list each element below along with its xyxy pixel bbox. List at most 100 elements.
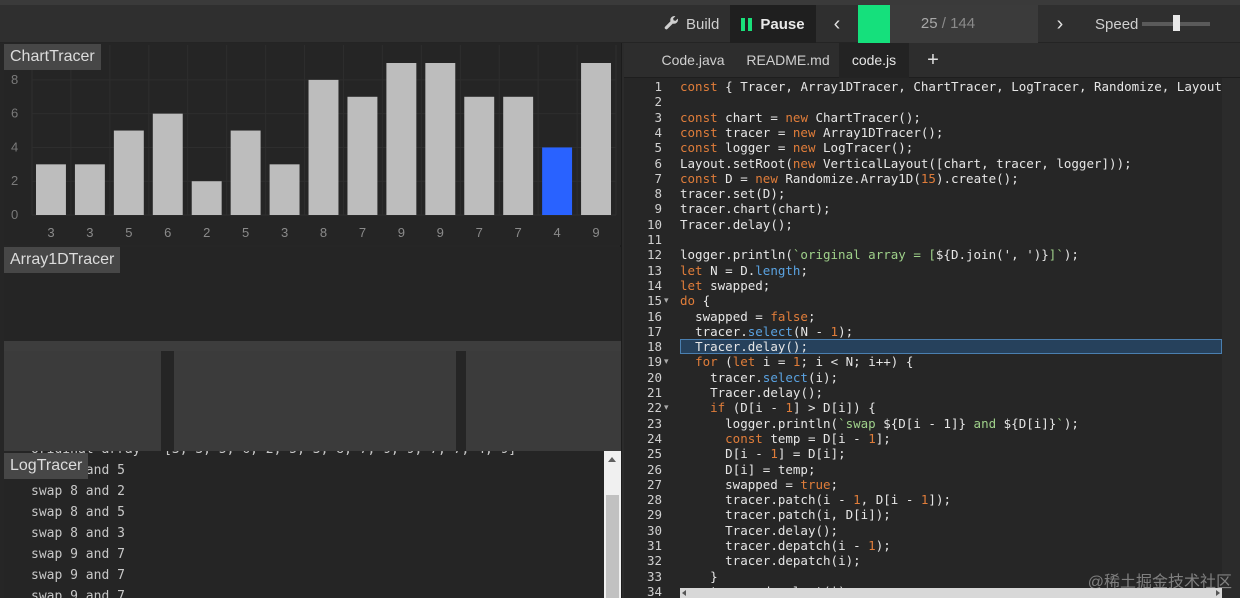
line-number: 8	[654, 186, 662, 202]
line-number: 16	[646, 308, 662, 324]
bar	[36, 164, 66, 215]
log-scroll-thumb[interactable]	[606, 495, 619, 598]
pause-button[interactable]: Pause	[730, 5, 816, 43]
x-tick-label: 6	[164, 225, 171, 240]
speed-label: Speed	[1095, 15, 1139, 33]
line-number: 12	[646, 247, 662, 263]
code-line: logger.println(`original array = [${D.jo…	[680, 247, 1079, 263]
code-line: const logger = new LogTracer();	[680, 140, 914, 156]
code-line: tracer.depatch(i - 1);	[725, 538, 891, 553]
x-tick-label: 5	[125, 225, 132, 240]
line-number: 1	[654, 79, 662, 94]
line-number: 26	[646, 461, 662, 477]
code-line: Tracer.delay();	[680, 216, 793, 232]
fold-arrow-icon[interactable]: ▾	[664, 354, 674, 369]
code-line: const { Tracer, Array1DTracer, ChartTrac…	[680, 79, 1229, 94]
line-number: 2	[654, 94, 662, 110]
x-tick-label: 5	[242, 225, 249, 240]
fold-arrow-icon[interactable]: ▾	[664, 293, 674, 308]
line-number: 6	[654, 155, 662, 171]
chevron-left-icon: ‹	[833, 12, 841, 35]
log-tracer-panel: original array = [3, 3, 5, 6, 2, 5, 3, 8…	[4, 451, 621, 598]
array-tracer-title: Array1DTracer	[4, 247, 121, 273]
x-tick-label: 9	[398, 225, 405, 240]
progress-current: 25	[920, 15, 938, 32]
add-tab-button[interactable]: +	[917, 43, 949, 78]
line-number: 31	[646, 538, 662, 553]
code-line: tracer.select(N - 1);	[695, 323, 854, 339]
log-line: swap 6 and 5	[31, 463, 125, 478]
bar	[503, 96, 534, 215]
build-label: Build	[686, 15, 720, 33]
scroll-left-icon[interactable]	[682, 590, 686, 596]
y-tick-label: 4	[11, 139, 18, 154]
code-editor-pane: Code.java README.md code.js + 1234567891…	[624, 43, 1240, 598]
x-tick-label: 9	[592, 225, 599, 240]
log-line: swap 8 and 5	[31, 505, 125, 520]
log-lines: original array = [3, 3, 5, 6, 2, 5, 3, 8…	[31, 451, 516, 598]
code-line: const tracer = new Array1DTracer();	[680, 124, 944, 140]
code-line: tracer.patch(i, D[i]);	[725, 507, 891, 523]
step-forward-button[interactable]: ›	[1038, 5, 1082, 43]
line-number: 28	[646, 492, 662, 508]
x-tick-label: 8	[320, 225, 327, 240]
log-scrollbar[interactable]	[604, 451, 621, 598]
line-number: 9	[654, 201, 662, 217]
x-tick-label: 7	[359, 225, 366, 240]
code-line: logger.println(`swap ${D[i - 1]} and ${D…	[725, 415, 1079, 431]
bar	[269, 164, 300, 215]
line-number: 33	[646, 568, 662, 584]
tab-readme[interactable]: README.md	[738, 43, 838, 78]
x-tick-label: 9	[437, 225, 444, 240]
progress-bar[interactable]: 25 / 144	[858, 5, 1038, 43]
top-toolbar: Build Pause ‹ 25 / 144 › Speed	[0, 0, 1240, 43]
bar	[152, 113, 183, 215]
code-editor[interactable]: 1 2 3 4 5 6 7 8 9 10 11 12 13 14 15 ▾ 16 17 18 19 ▾ 20 21 22 ▾ 23…	[624, 78, 1240, 598]
bar-chart: 0 2 4 6 8 3 3 5 6 2 5 3 8 7 9 9 7 7 4 9	[11, 45, 617, 240]
code-line: const chart = new ChartTracer();	[680, 109, 921, 125]
code-line: const temp = D[i - 1];	[725, 430, 891, 446]
pause-icon	[741, 17, 753, 31]
scroll-up-icon[interactable]	[608, 457, 616, 462]
line-number: 18	[646, 339, 662, 355]
x-tick-label: 4	[553, 225, 560, 240]
fold-arrow-icon[interactable]: ▾	[664, 400, 674, 415]
line-number: 4	[654, 124, 662, 140]
speed-slider[interactable]	[1142, 15, 1210, 31]
y-tick-label: 8	[11, 72, 18, 87]
code-line: if (D[i - 1] > D[i]) {	[710, 400, 876, 416]
y-tick-label: 2	[11, 173, 18, 188]
visualization-area: 0 2 4 6 8 3 3 5 6 2 5 3 8 7 9 9 7 7 4 9 ChartTracer Array1D…	[0, 43, 622, 598]
code-line: swapped = false;	[695, 308, 816, 324]
line-number: 13	[646, 262, 662, 278]
tab-code-java[interactable]: Code.java	[654, 43, 732, 78]
bar	[191, 181, 222, 215]
speed-slider-thumb[interactable]	[1172, 15, 1180, 31]
log-line: original array = [3, 3, 5, 6, 2, 5, 3, 8…	[31, 451, 516, 460]
y-tick-label: 0	[11, 207, 18, 222]
code-line: Tracer.delay();	[725, 522, 839, 538]
line-number: 11	[646, 232, 662, 247]
x-tick-label: 7	[476, 225, 483, 240]
x-tick-label: 3	[281, 225, 288, 240]
line-number: 32	[646, 553, 662, 569]
line-number: 20	[646, 369, 662, 385]
bar	[74, 164, 105, 215]
build-button[interactable]: Build	[664, 5, 730, 43]
editor-vertical-scrollbar[interactable]	[1222, 78, 1240, 598]
array-cell	[4, 351, 161, 451]
tab-code-js[interactable]: code.js	[839, 43, 909, 78]
plus-icon: +	[927, 49, 939, 71]
chevron-right-icon: ›	[1056, 12, 1064, 35]
step-back-button[interactable]: ‹	[816, 5, 858, 43]
code-line: Tracer.delay();	[710, 385, 824, 400]
pause-label: Pause	[760, 15, 805, 33]
line-number: 25	[646, 446, 662, 462]
line-number: 23	[646, 415, 662, 431]
code-line: D[i - 1] = D[i];	[725, 446, 846, 462]
line-number: 10	[646, 216, 662, 232]
line-number: 27	[646, 476, 662, 492]
bar	[542, 147, 573, 215]
code-line: let swapped;	[680, 277, 771, 293]
